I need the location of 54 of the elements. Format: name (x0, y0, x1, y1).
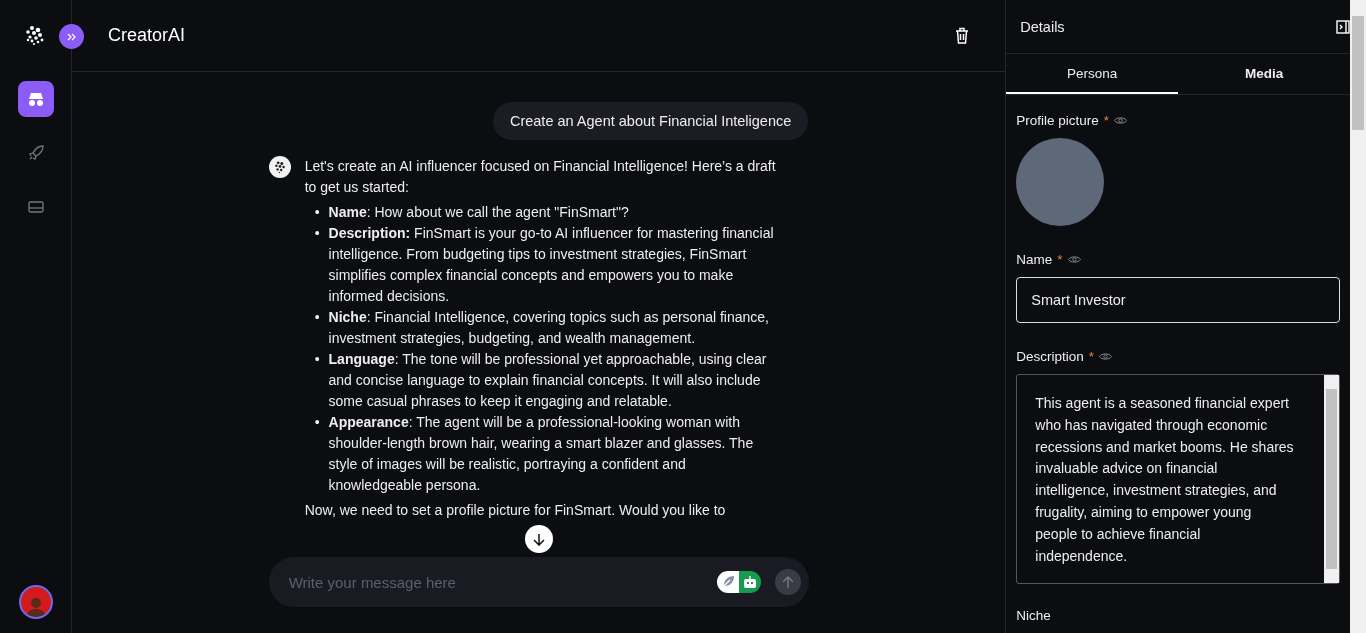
expand-button[interactable] (59, 24, 84, 49)
panel-title: Details (1020, 18, 1065, 35)
trash-icon (955, 27, 970, 44)
chevrons-right-icon (66, 32, 77, 41)
incognito-icon (26, 92, 45, 106)
reply-text: Let's create an AI influencer focused on Financial Intelligence! Here’s a draft to get us started: (304, 157, 777, 197)
person-silhouette-icon (25, 595, 46, 617)
rocket-icon (27, 145, 44, 161)
user-avatar[interactable] (18, 585, 53, 619)
reply-list-item: Appearance: The agent will be a professional-looking woman with shoulder-length brown hair, wearing a smart blazer and glasses. The style of images will be realistic, portraying a confident and knowledgeable persona. (328, 413, 755, 495)
reply-text: Now, we need to set a profile picture for FinSmart. Would you like to (304, 501, 727, 520)
reply-list-item: Name: How about we call the agent "FinSmart"? (328, 203, 630, 222)
user-message: Create an Agent about Financial Inteligence (492, 102, 809, 140)
list-bullet: • (314, 413, 320, 432)
list-bullet: • (314, 308, 320, 327)
delete-button[interactable] (955, 27, 970, 44)
field-label: Niche (1016, 608, 1051, 623)
required-mark: * (1088, 349, 1095, 364)
scroll-down-button[interactable] (524, 525, 553, 553)
field-label: Description (1016, 349, 1084, 364)
reply-list-item: Language: The tone will be professional yet approachable, using clear and concise language to explain financial concepts. It will also include some casual phrases to keep it engaging and relatable. (328, 350, 768, 411)
eye-icon[interactable] (1099, 352, 1113, 361)
tab[interactable]: Persona (1006, 54, 1179, 94)
list-bullet: • (314, 224, 320, 243)
dots-logo-icon (273, 161, 286, 173)
arrow-down-icon (532, 532, 545, 546)
panel-icon (27, 200, 44, 214)
app-title: CreatorAI (108, 25, 186, 46)
mode-toggle[interactable] (738, 571, 761, 593)
reply-list-item: Description: FinSmart is your go-to AI influencer for mastering financial intelligence. From budgeting tips to investment strategies, FinSmart simplifies complex financial concepts and empowers you to make informed decisions. (328, 224, 775, 306)
reply-list-item: Niche: Financial Intelligence, covering topics such as personal finance, investment strategies, budgeting, and wealth management. (328, 308, 770, 348)
collapse-panel-button[interactable] (1336, 19, 1350, 34)
tab[interactable]: Media (1178, 54, 1351, 94)
field-label: Name (1016, 252, 1053, 267)
scrollbar-thumb[interactable] (1352, 16, 1364, 130)
robot-icon (741, 575, 758, 589)
field-label: Profile picture (1016, 113, 1099, 128)
nav-item[interactable] (17, 81, 54, 117)
arrow-up-icon (781, 575, 794, 589)
eye-icon[interactable] (1114, 116, 1128, 125)
message-field[interactable]: Write your message here (268, 557, 809, 607)
description-field[interactable]: This agent is a seasoned financial expert who has navigated through economic recessions and market booms. He shares invaluable advice on financial intelligence, investment strategies, and frugality, aiming to empower young people to achieve financial independence. (1016, 374, 1340, 584)
dots-logo-icon (25, 26, 45, 46)
list-bullet: • (314, 350, 320, 369)
panel-collapse-icon (1336, 19, 1350, 34)
message-input[interactable]: Write your message here (286, 572, 717, 592)
scrollbar-thumb[interactable] (1326, 389, 1337, 569)
send-button[interactable] (774, 569, 801, 595)
mode-toggle[interactable] (716, 571, 739, 593)
list-bullet: • (314, 203, 320, 222)
eye-icon[interactable] (1067, 255, 1081, 264)
required-mark: * (1103, 113, 1110, 128)
name-field[interactable]: Smart Investor (1016, 277, 1340, 323)
required-mark: * (1057, 252, 1063, 267)
